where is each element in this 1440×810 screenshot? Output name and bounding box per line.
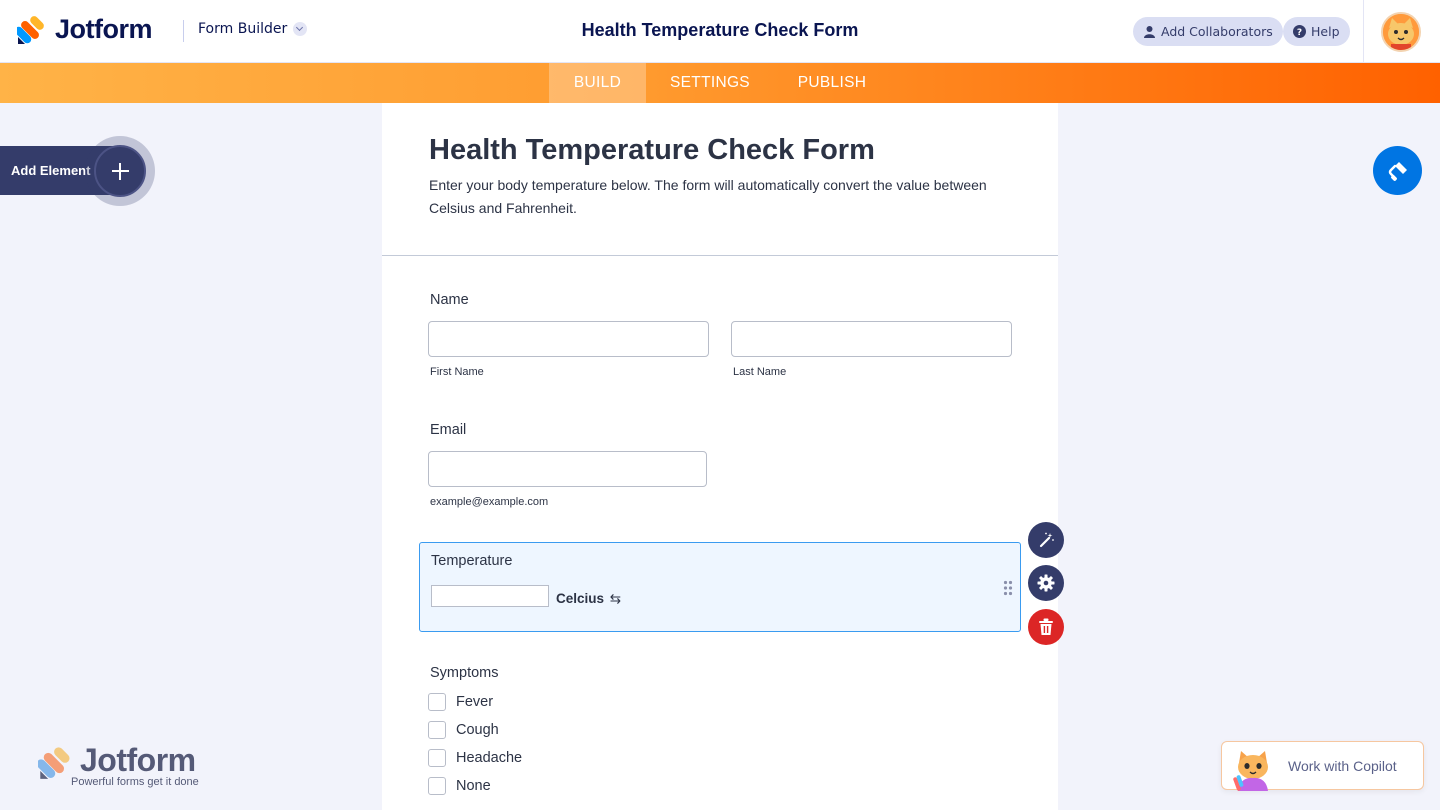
builder-nav: BUILD SETTINGS PUBLISH bbox=[0, 63, 1440, 103]
brand-name: Jotform bbox=[55, 14, 153, 44]
avatar[interactable] bbox=[1381, 12, 1421, 52]
symptoms-label: Symptoms bbox=[430, 665, 499, 681]
swap-icon: ⇆ bbox=[609, 591, 622, 606]
last-name-sublabel: Last Name bbox=[733, 366, 787, 378]
cat-avatar-icon bbox=[1383, 14, 1419, 50]
first-name-input[interactable] bbox=[428, 321, 709, 357]
fever-checkbox[interactable] bbox=[428, 693, 446, 711]
watermark-brand: Jotform bbox=[80, 742, 196, 778]
jotform-logo[interactable]: Jotform bbox=[14, 14, 153, 45]
add-collaborators-button[interactable]: Add Collaborators bbox=[1133, 17, 1283, 46]
last-name-input[interactable] bbox=[731, 321, 1012, 357]
header-divider bbox=[183, 20, 184, 42]
cough-checkbox[interactable] bbox=[428, 721, 446, 739]
temperature-label: Temperature bbox=[431, 553, 513, 569]
tab-settings[interactable]: SETTINGS bbox=[660, 63, 760, 103]
field-settings-button[interactable] bbox=[1028, 565, 1064, 601]
tab-publish[interactable]: PUBLISH bbox=[785, 63, 879, 103]
drag-handle-icon[interactable] bbox=[1003, 580, 1013, 596]
fever-option-label: Fever bbox=[456, 694, 494, 710]
help-label: Help bbox=[1311, 24, 1340, 39]
paint-roller-icon bbox=[1388, 161, 1407, 181]
email-sublabel: example@example.com bbox=[430, 496, 549, 508]
header-separator bbox=[1363, 0, 1364, 63]
headache-checkbox[interactable] bbox=[428, 749, 446, 767]
email-field[interactable] bbox=[428, 451, 707, 487]
plus-icon[interactable] bbox=[94, 145, 146, 197]
temperature-unit-toggle[interactable]: Celcius ⇆ bbox=[556, 591, 621, 607]
trash-icon bbox=[1039, 618, 1053, 635]
field-wizard-button[interactable] bbox=[1028, 522, 1064, 558]
add-collaborators-label: Add Collaborators bbox=[1161, 24, 1273, 39]
add-element-label: Add Element bbox=[11, 163, 91, 178]
first-name-sublabel: First Name bbox=[430, 366, 484, 378]
top-header: Jotform Form Builder Health Temperature … bbox=[0, 0, 1440, 63]
symptom-option-fever[interactable]: Fever bbox=[428, 693, 493, 711]
form-subheading: Enter your body temperature below. The f… bbox=[429, 177, 987, 216]
watermark-tagline: Powerful forms get it done bbox=[71, 776, 199, 788]
form-heading: Health Temperature Check Form bbox=[429, 134, 875, 166]
magic-wand-icon bbox=[1039, 532, 1054, 548]
jotform-watermark-icon bbox=[38, 747, 70, 779]
none-option-label: None bbox=[456, 778, 491, 794]
form-canvas: Health Temperature Check Form Enter your… bbox=[382, 103, 1058, 810]
delete-field-button[interactable] bbox=[1028, 609, 1064, 645]
symptom-option-cough[interactable]: Cough bbox=[428, 721, 499, 739]
form-header-block[interactable]: Health Temperature Check Form Enter your… bbox=[382, 103, 1058, 256]
chevron-down-icon bbox=[293, 22, 308, 36]
temperature-unit-label: Celcius bbox=[556, 591, 605, 606]
name-label: Name bbox=[430, 292, 469, 308]
temperature-input[interactable] bbox=[431, 585, 549, 607]
symptom-option-none[interactable]: None bbox=[428, 777, 491, 795]
form-builder-label: Form Builder bbox=[198, 21, 288, 37]
user-icon bbox=[1144, 26, 1155, 38]
tab-build[interactable]: BUILD bbox=[549, 63, 646, 103]
help-button[interactable]: ? Help bbox=[1283, 17, 1350, 46]
none-checkbox[interactable] bbox=[428, 777, 446, 795]
email-label: Email bbox=[430, 422, 467, 438]
cough-option-label: Cough bbox=[456, 722, 499, 738]
copilot-cat-icon bbox=[1233, 751, 1268, 791]
svg-text:?: ? bbox=[1297, 28, 1302, 38]
gear-icon bbox=[1037, 574, 1055, 592]
jotform-logo-icon bbox=[14, 15, 45, 45]
work-with-copilot-button[interactable]: Work with Copilot bbox=[1221, 741, 1424, 791]
form-builder-dropdown[interactable]: Form Builder bbox=[198, 21, 308, 37]
help-icon: ? bbox=[1293, 25, 1306, 38]
symptom-option-headache[interactable]: Headache bbox=[428, 749, 522, 767]
form-designer-button[interactable] bbox=[1373, 146, 1422, 195]
headache-option-label: Headache bbox=[456, 750, 523, 766]
copilot-label: Work with Copilot bbox=[1288, 758, 1397, 774]
temperature-field-selected[interactable]: Temperature Celcius ⇆ bbox=[419, 542, 1021, 632]
